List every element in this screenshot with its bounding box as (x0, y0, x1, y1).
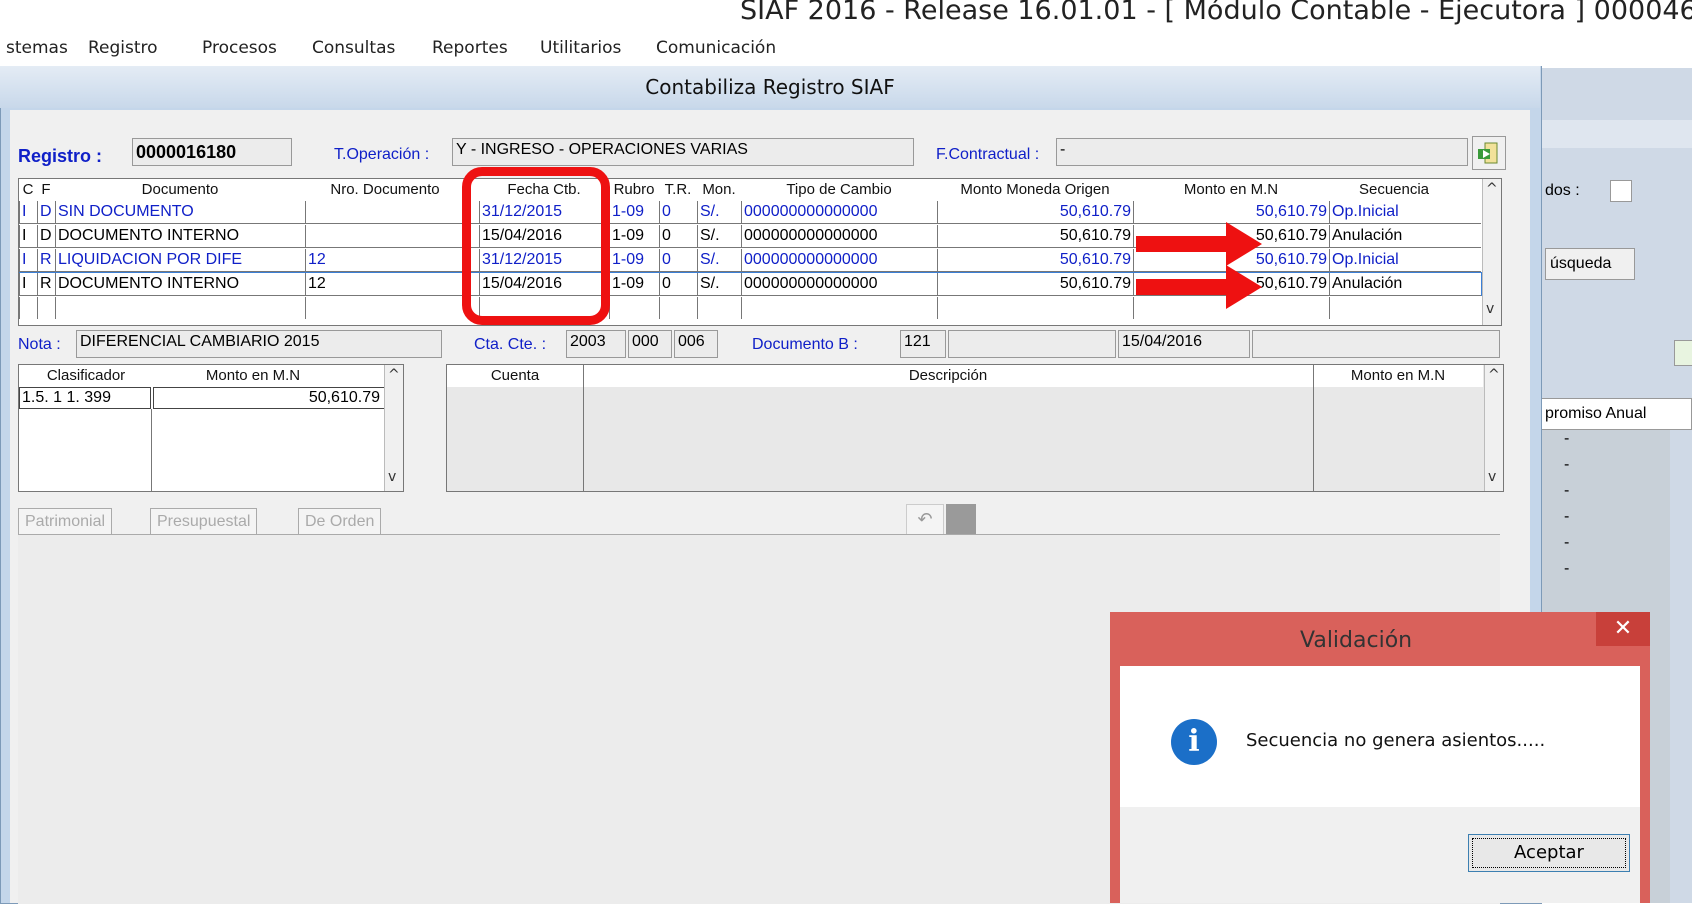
close-icon[interactable]: ✕ (1596, 612, 1650, 646)
arrow-icon (1136, 265, 1262, 309)
aceptar-button[interactable]: Aceptar (1468, 834, 1630, 872)
arrow-icon (1136, 222, 1262, 266)
dialog-title: Validación (1300, 628, 1413, 653)
dialog-message: Secuencia no genera asientos..... (1246, 730, 1546, 751)
info-icon: i (1171, 719, 1217, 765)
